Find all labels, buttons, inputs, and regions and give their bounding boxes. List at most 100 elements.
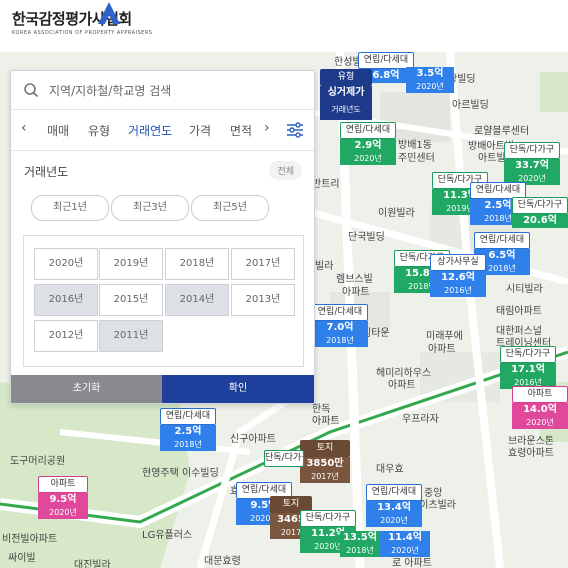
marker-type: 토지 <box>300 440 350 457</box>
marker-type: 단독/다가구 <box>500 346 556 363</box>
price-marker[interactable]: 단독/다가구 17.1억 2016년 <box>500 346 556 389</box>
filter-panel: ‹ 매매 유형 거래연도 가격 면적 › 거래년도 전체 최근1년 최근3년 최… <box>10 70 315 404</box>
map-label: 싸이빌 <box>8 553 36 564</box>
price-marker[interactable]: 토지 3850만 2017년 <box>300 440 350 483</box>
quick-recent-3y[interactable]: 최근3년 <box>111 195 189 221</box>
marker-price: 2.5억 <box>160 425 216 439</box>
marker-type: 아파트 <box>38 476 88 493</box>
map-label: 비전빌아파트 <box>2 534 58 545</box>
map-label: 대문효령 <box>204 556 241 567</box>
tab-trade[interactable]: 매매 <box>47 122 69 139</box>
map-label: 현영주택 이수빌딩 <box>142 468 219 479</box>
section-title: 거래년도 <box>24 165 69 179</box>
marker-type: 단독/다가구 <box>264 450 304 467</box>
marker-type: 연립/다세대 <box>160 408 216 425</box>
marker-year: 2020년 <box>380 545 430 557</box>
price-marker[interactable]: 단독/다가구 20.6억 <box>512 197 568 228</box>
tab-type[interactable]: 유형 <box>88 122 110 139</box>
marker-type: 단독/다가구 <box>512 197 568 214</box>
search-input[interactable] <box>47 80 301 102</box>
year-button[interactable]: 2018년 <box>165 248 229 280</box>
marker-year: 2018년 <box>340 545 380 557</box>
marker-price: 싱거제가 <box>320 86 372 100</box>
price-marker[interactable]: 아파트 9.5억 2020년 <box>38 476 88 519</box>
map-label: 이원빌라 <box>378 208 415 219</box>
marker-type: 연립/다세대 <box>474 232 530 249</box>
marker-price: 13.5억 <box>340 531 380 545</box>
marker-price: 9.5억 <box>38 493 88 507</box>
map-label: 주민센터 <box>398 153 435 164</box>
price-marker[interactable]: 상가사무실 12.6억 2016년 <box>430 254 486 297</box>
price-marker[interactable]: 13.5억 2018년 <box>340 516 380 557</box>
marker-price: 2.9억 <box>340 139 396 153</box>
price-marker[interactable]: 연립/다세대 7.0억 2018년 <box>312 304 368 347</box>
marker-type: 아파트 <box>512 386 568 403</box>
marker-type: 단독/다가구 <box>504 142 560 159</box>
map-label: 로얄블루센터 <box>474 126 530 137</box>
marker-price: 7.0억 <box>312 321 368 335</box>
marker-year: 2020년 <box>512 417 568 429</box>
header: 한국감정평가사협회 KOREA ASSOCIATION OF PROPERTY … <box>0 0 568 52</box>
year-button[interactable]: 2015년 <box>99 284 163 316</box>
logo[interactable]: 한국감정평가사협회 KOREA ASSOCIATION OF PROPERTY … <box>12 8 153 36</box>
map-label: 효령아파트 <box>508 448 554 459</box>
year-button[interactable]: 2013년 <box>231 284 295 316</box>
year-button[interactable]: 2017년 <box>231 248 295 280</box>
year-button[interactable]: 2020년 <box>34 248 98 280</box>
year-grid: 2020년 2019년 2018년 2017년 2016년 2015년 2014… <box>23 235 304 367</box>
section-header: 거래년도 전체 <box>11 151 314 187</box>
map-label: 아파트 <box>428 344 456 355</box>
map-label: 아파트 <box>388 380 416 391</box>
quick-recent-1y[interactable]: 최근1년 <box>31 195 109 221</box>
map-label: 아르빌딩 <box>452 100 489 111</box>
marker-price: 3.5억 <box>406 67 454 81</box>
tab-scroll-right-icon[interactable]: › <box>264 120 270 136</box>
marker-type: 연립/다세대 <box>340 122 396 139</box>
price-marker[interactable]: 단독/다가구 <box>264 450 304 467</box>
year-button[interactable]: 2012년 <box>34 320 98 352</box>
year-button-selected[interactable]: 2014년 <box>165 284 229 316</box>
map-label: 대진빌라 <box>74 560 111 568</box>
map-label: 단국빌딩 <box>348 232 385 243</box>
price-marker[interactable]: 연립/다세대 2.5억 2018년 <box>160 408 216 451</box>
marker-price: 11.4억 <box>380 531 430 545</box>
all-button[interactable]: 전체 <box>269 161 302 180</box>
tab-area[interactable]: 면적 <box>230 122 252 139</box>
filter-settings-icon[interactable] <box>286 122 304 138</box>
marker-year: 2016년 <box>430 285 486 297</box>
marker-price: 20.6억 <box>512 214 568 228</box>
year-button-selected[interactable]: 2016년 <box>34 284 98 316</box>
marker-type: 연립/다세대 <box>366 484 422 501</box>
price-marker[interactable]: 연립/다세대 2.9억 2020년 <box>340 122 396 165</box>
tab-trade-year[interactable]: 거래연도 <box>128 122 172 139</box>
marker-year: 2020년 <box>340 153 396 165</box>
map-label: 빌라 <box>315 261 334 272</box>
year-button[interactable]: 2019년 <box>99 248 163 280</box>
map-label: 반트리 <box>312 179 340 190</box>
confirm-button[interactable]: 확인 <box>162 375 314 403</box>
marker-year: 2018년 <box>312 335 368 347</box>
price-marker[interactable]: 3.5억 2020년 <box>406 52 454 93</box>
logo-mark-icon <box>98 2 120 24</box>
marker-year: 2020년 <box>406 81 454 93</box>
tab-scroll-left-icon[interactable]: ‹ <box>21 120 27 136</box>
tab-price[interactable]: 가격 <box>189 122 211 139</box>
price-marker[interactable]: 아파트 14.0억 2020년 <box>512 386 568 429</box>
price-marker[interactable]: 11.4억 2020년 <box>380 516 430 557</box>
quick-recent-5y[interactable]: 최근5년 <box>191 195 269 221</box>
map-label: 아파트 <box>312 416 340 427</box>
reset-button[interactable]: 초기화 <box>11 375 162 403</box>
year-button-selected[interactable]: 2011년 <box>99 320 163 352</box>
map-label: 아파트 <box>342 287 370 298</box>
logo-text: 한국감정평가사협회 <box>12 10 132 28</box>
search-icon[interactable] <box>23 82 39 98</box>
marker-price: 3850만 <box>300 457 350 471</box>
map-label: 우프라자 <box>402 414 439 425</box>
map-label: 대우효 <box>376 464 404 475</box>
marker-type: 상가사무실 <box>430 254 486 271</box>
marker-type: 유형 <box>320 69 372 86</box>
price-marker[interactable]: 단독/다가구 33.7억 2020년 <box>504 142 560 185</box>
price-marker[interactable]: 유형 싱거제가 거래년도 <box>320 69 372 120</box>
marker-price: 14.0억 <box>512 403 568 417</box>
marker-year: 거래년도 <box>320 100 372 120</box>
